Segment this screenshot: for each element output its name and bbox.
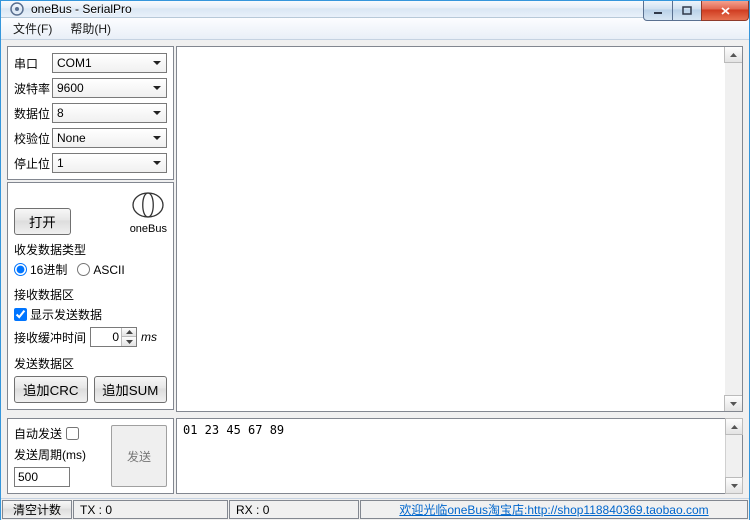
maximize-button[interactable] [672, 1, 702, 21]
chevron-down-icon [150, 55, 164, 71]
logo: oneBus [130, 191, 167, 235]
chevron-down-icon [150, 155, 164, 171]
chevron-down-icon [150, 80, 164, 96]
parity-label: 校验位 [14, 130, 52, 147]
auto-send-label: 自动发送 [14, 425, 62, 442]
app-window: oneBus - SerialPro 文件(F) 帮助(H) 串口 COM1 [0, 0, 750, 520]
receive-textarea[interactable] [176, 46, 743, 412]
menubar: 文件(F) 帮助(H) [1, 18, 749, 40]
data-combo[interactable]: 8 [52, 103, 167, 123]
buffer-unit: ms [141, 330, 157, 344]
tx-label: TX : [80, 503, 102, 517]
tx-value: 0 [105, 503, 112, 517]
main-area: 串口 COM1 波特率 9600 数据位 [1, 40, 749, 418]
spin-down-button[interactable] [122, 337, 136, 346]
shop-link[interactable]: 欢迎光临oneBus淘宝店:http://shop118840369.taoba… [399, 501, 708, 518]
rx-status: RX : 0 [229, 500, 359, 519]
minimize-button[interactable] [643, 1, 673, 21]
datatype-section-label: 收发数据类型 [14, 241, 167, 258]
stop-combo[interactable]: 1 [52, 153, 167, 173]
parity-value: None [57, 131, 86, 145]
send-content: 01 23 45 67 89 [183, 423, 284, 437]
scrollbar-vertical[interactable] [725, 47, 742, 411]
rx-label: RX : [236, 503, 259, 517]
auto-send-panel: 自动发送 发送周期(ms) 发送 [7, 418, 174, 494]
buffer-label: 接收缓冲时间 [14, 329, 86, 346]
port-label: 串口 [14, 55, 52, 72]
bottom-row: 自动发送 发送周期(ms) 发送 01 23 45 67 89 [1, 418, 749, 498]
scroll-track[interactable] [725, 62, 742, 396]
clear-count-button[interactable]: 清空计数 [2, 500, 72, 519]
statusbar: 清空计数 TX : 0 RX : 0 欢迎光临oneBus淘宝店:http://… [1, 498, 749, 520]
control-panel: 打开 oneBus 收发数据类型 16进制 ASCII [7, 182, 174, 410]
left-panel-column: 串口 COM1 波特率 9600 数据位 [7, 46, 174, 412]
menu-help[interactable]: 帮助(H) [62, 18, 119, 39]
ascii-radio-label[interactable]: ASCII [77, 263, 124, 277]
rx-value: 0 [263, 503, 270, 517]
spin-up-button[interactable] [122, 328, 136, 337]
logo-text: oneBus [130, 224, 167, 235]
window-title: oneBus - SerialPro [31, 2, 132, 16]
append-sum-button[interactable]: 追加SUM [94, 376, 168, 403]
port-combo[interactable]: COM1 [52, 53, 167, 73]
menu-file[interactable]: 文件(F) [5, 18, 60, 39]
serial-settings-panel: 串口 COM1 波特率 9600 数据位 [7, 46, 174, 180]
client-area: 串口 COM1 波特率 9600 数据位 [1, 40, 749, 520]
open-button[interactable]: 打开 [14, 208, 71, 235]
buffer-input[interactable] [91, 330, 121, 344]
data-label: 数据位 [14, 105, 52, 122]
port-value: COM1 [57, 56, 92, 70]
shop-link-cell: 欢迎光临oneBus淘宝店:http://shop118840369.taoba… [360, 500, 748, 519]
hex-radio[interactable] [14, 263, 27, 276]
recv-section-label: 接收数据区 [14, 286, 167, 303]
chevron-down-icon [150, 130, 164, 146]
ascii-radio[interactable] [77, 263, 90, 276]
tx-status: TX : 0 [73, 500, 228, 519]
close-button[interactable] [701, 1, 749, 21]
hex-radio-label[interactable]: 16进制 [14, 261, 67, 278]
send-section-label: 发送数据区 [14, 355, 167, 372]
baud-combo[interactable]: 9600 [52, 78, 167, 98]
scroll-track[interactable] [726, 434, 742, 478]
data-value: 8 [57, 106, 64, 120]
period-label: 发送周期(ms) [14, 446, 107, 463]
send-textarea[interactable]: 01 23 45 67 89 [176, 418, 743, 494]
show-send-checkbox[interactable] [14, 308, 27, 321]
parity-combo[interactable]: None [52, 128, 167, 148]
onebus-logo-icon [131, 191, 165, 219]
append-crc-button[interactable]: 追加CRC [14, 376, 88, 403]
titlebar: oneBus - SerialPro [1, 1, 749, 18]
show-send-check-label[interactable]: 显示发送数据 [14, 306, 102, 323]
right-panel-column [176, 46, 743, 412]
scroll-down-button[interactable] [724, 395, 743, 412]
auto-send-checkbox[interactable] [66, 427, 79, 440]
scroll-up-button[interactable] [725, 418, 743, 435]
stop-label: 停止位 [14, 155, 52, 172]
period-input[interactable] [14, 467, 70, 487]
app-icon [9, 1, 25, 17]
scroll-down-button[interactable] [725, 477, 743, 494]
baud-label: 波特率 [14, 80, 52, 97]
scrollbar-vertical[interactable] [725, 419, 742, 493]
window-controls [644, 1, 749, 21]
stop-value: 1 [57, 156, 64, 170]
chevron-down-icon [150, 105, 164, 121]
scroll-up-button[interactable] [724, 46, 743, 63]
buffer-spin[interactable] [90, 327, 137, 347]
baud-value: 9600 [57, 81, 84, 95]
send-button[interactable]: 发送 [111, 425, 167, 487]
